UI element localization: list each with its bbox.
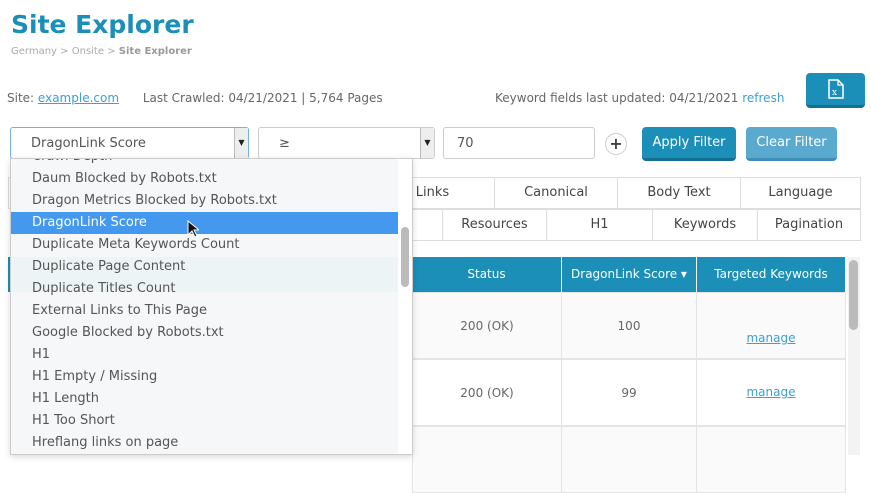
filter-field-value: DragonLink Score	[31, 136, 146, 151]
tab-language[interactable]: Language	[740, 177, 861, 209]
dropdown-option[interactable]: Crawl Depth	[11, 159, 399, 168]
site-link[interactable]: example.com	[38, 91, 119, 105]
dropdown-option[interactable]: H1 Empty / Missing	[11, 366, 399, 388]
export-excel-button[interactable]: x	[806, 73, 865, 108]
filter-field-dropdown[interactable]: Crawl Depth Daum Blocked by Robots.txt D…	[10, 158, 413, 455]
breadcrumb-onsite[interactable]: Onsite	[72, 46, 104, 57]
dropdown-option[interactable]: H1	[11, 344, 399, 366]
tab-canonical[interactable]: Canonical	[494, 177, 618, 209]
filter-operator-value: ≥	[279, 136, 290, 151]
dropdown-option-selected[interactable]: DragonLink Score	[11, 212, 399, 234]
clear-filter-button[interactable]: Clear Filter	[746, 127, 837, 161]
cell-score: 100	[561, 292, 697, 359]
table-row	[412, 426, 562, 493]
dropdown-option[interactable]: Duplicate Titles Count	[11, 278, 399, 300]
apply-filter-button[interactable]: Apply Filter	[642, 127, 736, 161]
cell-score: 99	[561, 359, 697, 426]
header-targeted-keywords[interactable]: Targeted Keywords	[697, 257, 846, 292]
dropdown-option[interactable]: Google Blocked by Robots.txt	[11, 322, 399, 344]
last-crawled: Last Crawled: 04/21/2021 | 5,764 Pages	[142, 91, 383, 105]
chevron-down-icon: ▼	[420, 128, 434, 158]
refresh-link[interactable]: refresh	[742, 91, 784, 105]
table-row	[561, 426, 697, 493]
chevron-down-icon: ▼	[234, 128, 248, 158]
manage-keywords-link[interactable]: manage	[746, 331, 795, 345]
breadcrumb-sep: >	[107, 46, 116, 57]
keyword-update-info: Keyword fields last updated: 04/21/2021 …	[495, 91, 784, 105]
dropdown-option[interactable]: Daum Blocked by Robots.txt	[11, 168, 399, 190]
tab-body-text[interactable]: Body Text	[617, 177, 741, 209]
breadcrumb: Germany > Onsite > Site Explorer	[11, 46, 192, 57]
filter-value-input[interactable]: 70	[443, 127, 595, 159]
tab-keywords[interactable]: Keywords	[652, 209, 758, 241]
tab-pagination[interactable]: Pagination	[757, 209, 861, 241]
dropdown-scrollbar-thumb[interactable]	[401, 227, 409, 287]
breadcrumb-current: Site Explorer	[118, 46, 192, 57]
manage-keywords-link[interactable]: manage	[746, 385, 795, 399]
dropdown-option[interactable]: H1 Length	[11, 388, 399, 410]
table-row	[696, 426, 846, 493]
dropdown-option[interactable]: Hreflang links on page	[11, 432, 399, 454]
excel-file-icon: x	[827, 79, 844, 99]
dropdown-option[interactable]: H1 Too Short	[11, 410, 399, 432]
add-filter-icon[interactable]: +	[605, 133, 627, 155]
site-info: Site: example.com Last Crawled: 04/21/20…	[7, 91, 383, 105]
filter-field-select[interactable]: DragonLink Score ▼	[10, 127, 249, 159]
dropdown-option[interactable]: Dragon Metrics Blocked by Robots.txt	[11, 190, 399, 212]
tab-h1[interactable]: H1	[546, 209, 653, 241]
header-dragonlink-score[interactable]: DragonLink Score ▾	[562, 257, 697, 292]
mouse-cursor-icon	[187, 220, 199, 238]
svg-text:x: x	[832, 88, 837, 98]
page-title: Site Explorer	[11, 10, 194, 39]
header-status[interactable]: Status	[412, 257, 562, 292]
filter-operator-select[interactable]: ≥ ▼	[258, 127, 435, 159]
dropdown-scrollbar[interactable]	[398, 159, 412, 454]
keyword-updated-text: Keyword fields last updated: 04/21/2021	[495, 91, 739, 105]
site-label: Site:	[7, 91, 35, 105]
dropdown-option[interactable]: Duplicate Page Content	[11, 256, 399, 278]
cell-status: 200 (OK)	[412, 359, 562, 426]
breadcrumb-germany[interactable]: Germany	[11, 46, 57, 57]
table-scrollbar-thumb[interactable]	[849, 260, 858, 330]
tab-resources[interactable]: Resources	[442, 209, 547, 241]
dropdown-option[interactable]: External Links to This Page	[11, 300, 399, 322]
breadcrumb-sep: >	[60, 46, 69, 57]
cell-status: 200 (OK)	[412, 292, 562, 359]
dropdown-option[interactable]: Duplicate Meta Keywords Count	[11, 234, 399, 256]
